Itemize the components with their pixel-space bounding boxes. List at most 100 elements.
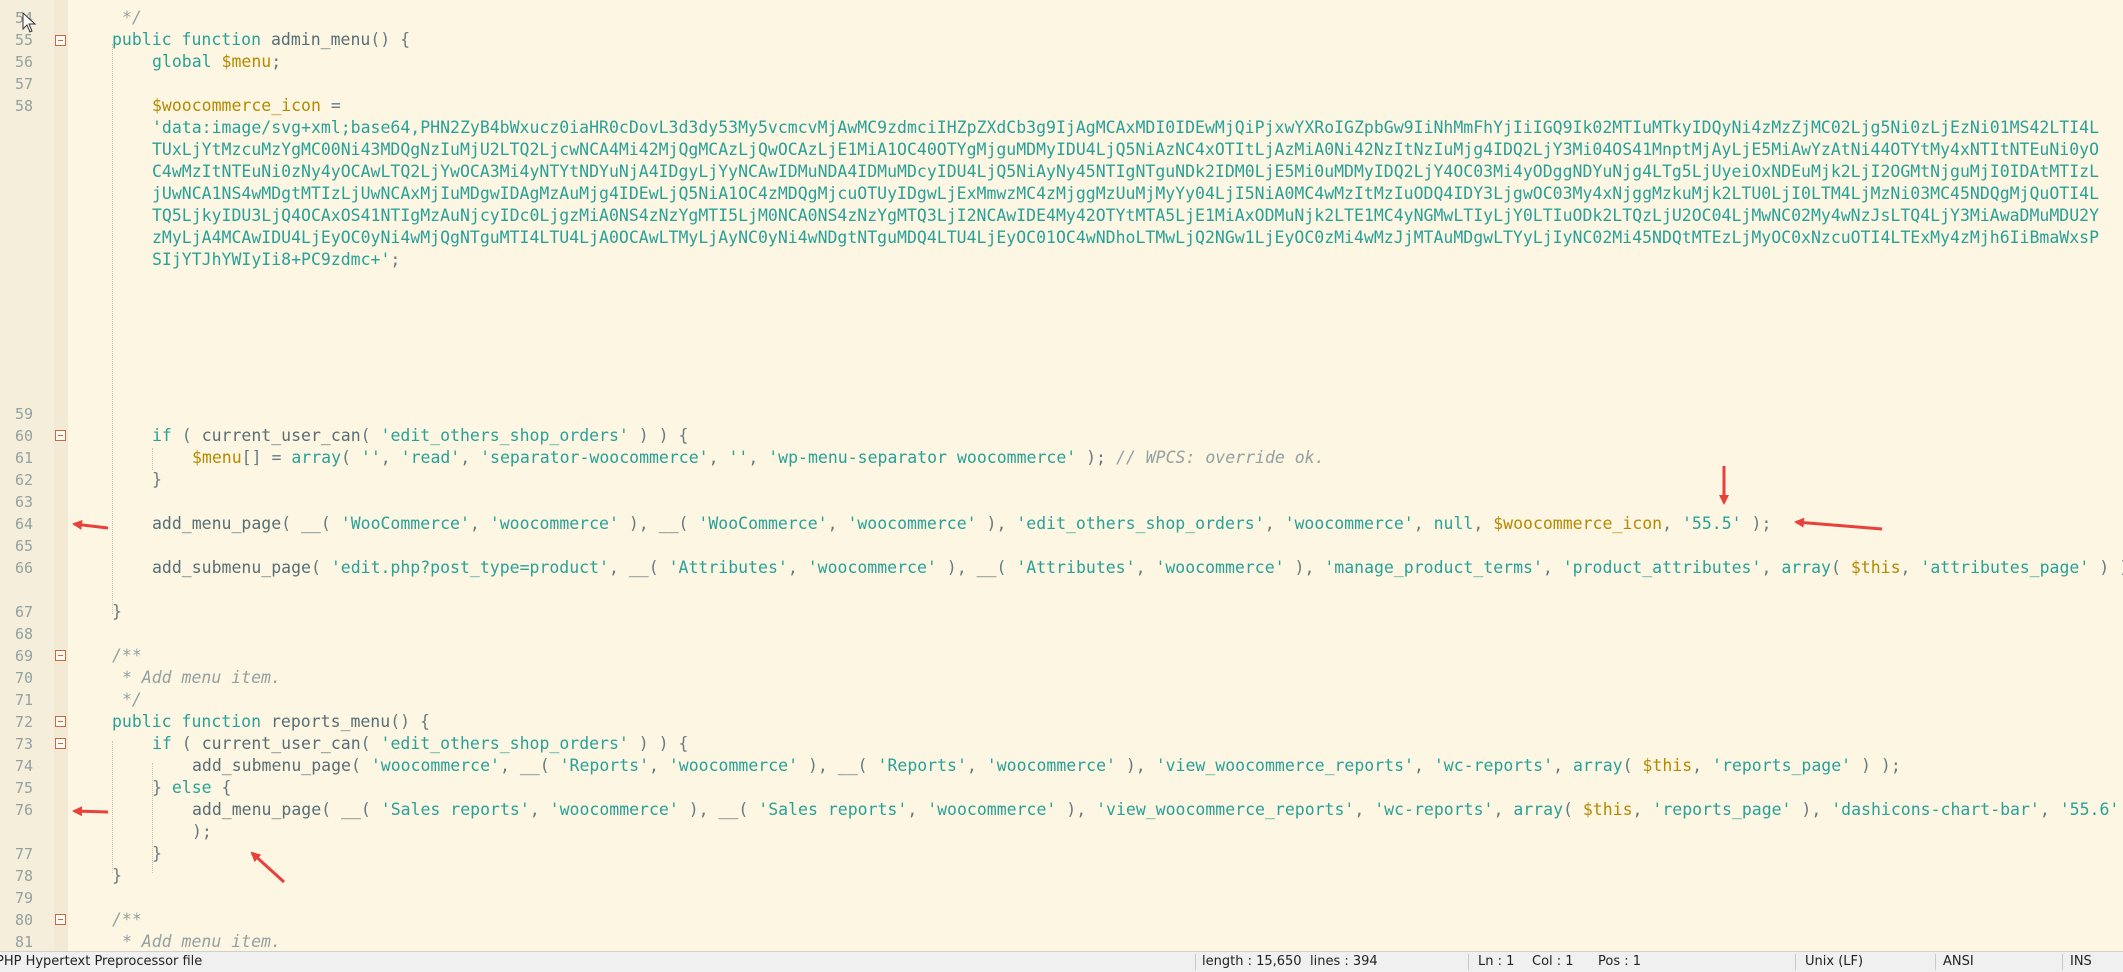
string: 'woocommerce' (847, 514, 977, 533)
code-line[interactable]: global $menu; (112, 51, 2123, 73)
eol-format[interactable]: Unix (LF) (1805, 954, 1863, 969)
variable: $menu (192, 448, 242, 467)
comment: /** (112, 646, 142, 665)
function-name: __ (837, 756, 858, 775)
code-line[interactable]: $woocommerce_icon = (112, 95, 2123, 117)
line-number: 76 (14, 801, 33, 819)
encoding[interactable]: ANSI (1943, 954, 1974, 969)
column-position: Col : 1 (1532, 954, 1574, 969)
code-line[interactable]: /** (112, 909, 2102, 931)
code-line[interactable]: } (112, 469, 2123, 491)
fold-collapse-icon[interactable] (55, 914, 66, 925)
punctuation: , (708, 448, 729, 467)
divider (1195, 954, 1196, 970)
line-number: 58 (14, 97, 33, 115)
punctuation: , (748, 448, 769, 467)
function-name: add_menu_page (192, 800, 322, 819)
punctuation: = (320, 96, 341, 115)
punctuation: , (1900, 558, 1921, 577)
code-line[interactable]: add_menu_page( __( 'WooCommerce', 'wooco… (112, 513, 2123, 535)
function-name: __ (658, 514, 679, 533)
fold-collapse-icon[interactable] (55, 35, 66, 46)
punctuation: ( (320, 514, 341, 533)
code-line[interactable]: } (112, 843, 2123, 865)
code-line[interactable]: } (112, 865, 2102, 887)
code-line[interactable]: /** (112, 645, 2102, 667)
line-number: 80 (14, 911, 33, 929)
code-editor[interactable]: 54 55 56 57 58 59 60 61 62 63 64 65 66 6… (0, 0, 2123, 951)
punctuation: , (1264, 514, 1285, 533)
line-number: 63 (14, 493, 33, 511)
code-line[interactable]: add_menu_page( __( 'Sales reports', 'woo… (112, 799, 2123, 843)
string: 'separator-woocommerce' (480, 448, 709, 467)
line-number: 60 (14, 427, 33, 445)
divider (1468, 954, 1469, 970)
code-line[interactable]: $menu[] = array( '', 'read', 'separator-… (112, 447, 2123, 469)
string: 'woocommerce' (370, 756, 500, 775)
status-bar: PHP Hypertext Preprocessor file length :… (0, 951, 2123, 972)
code-line[interactable]: add_submenu_page( 'woocommerce', __( 'Re… (112, 755, 2123, 777)
code-line-wrapped[interactable]: 'data:image/svg+xml;base64,PHN2ZyB4bWxuc… (152, 117, 2102, 401)
insert-mode[interactable]: INS (2070, 954, 2092, 969)
string: 'attributes_page' (1920, 558, 2090, 577)
comment: // WPCS: override ok. (1115, 448, 1325, 467)
code-line[interactable]: */ (112, 7, 2102, 29)
punctuation: ( (1622, 756, 1643, 775)
code-line[interactable]: } (112, 601, 2102, 623)
function-name: __ (976, 558, 997, 577)
punctuation: [] = (241, 448, 292, 467)
menu-position-string: '55.6' (2059, 800, 2120, 819)
string: 'edit.php?post_type=product' (330, 558, 609, 577)
code-line[interactable]: if ( current_user_can( 'edit_others_shop… (112, 425, 2123, 447)
punctuation: ), (618, 514, 659, 533)
punctuation: , (907, 800, 928, 819)
punctuation: , (827, 514, 848, 533)
punctuation: ), (976, 514, 1017, 533)
punctuation: , (1632, 800, 1653, 819)
comment: /** (112, 910, 142, 929)
fold-collapse-icon[interactable] (55, 430, 66, 441)
mouse-cursor-icon (22, 12, 37, 33)
lines-readout: lines : 394 (1310, 954, 1378, 969)
char-position: Pos : 1 (1598, 954, 1642, 969)
line-number: 67 (14, 603, 33, 621)
code-line[interactable]: * Add menu item. (112, 667, 2102, 689)
punctuation: ( (539, 756, 560, 775)
punctuation: , (1135, 558, 1156, 577)
punctuation: ( (360, 426, 381, 445)
line-number: 81 (14, 933, 33, 951)
string: 'woocommerce' (807, 558, 937, 577)
file-type-label: PHP Hypertext Preprocessor file (0, 954, 203, 969)
code-line[interactable]: add_submenu_page ( 'edit.php?post_type=pr… (112, 557, 2123, 579)
string: 'woocommerce' (986, 756, 1116, 775)
punctuation: , (649, 756, 669, 775)
punctuation: } (152, 470, 162, 489)
punctuation: , (608, 558, 629, 577)
punctuation: ( (648, 558, 669, 577)
string: 'wc-reports' (1433, 756, 1554, 775)
string: 'woocommerce' (1284, 514, 1414, 533)
fold-collapse-icon[interactable] (55, 650, 66, 661)
punctuation: ( (171, 734, 202, 753)
function-name: __ (628, 558, 649, 577)
comment: */ (112, 8, 142, 27)
fold-collapse-icon[interactable] (55, 738, 66, 749)
code-line[interactable]: * Add menu item. (112, 931, 2102, 951)
code-line[interactable]: } else { (112, 777, 2123, 799)
string: 'wc-reports' (1374, 800, 1494, 819)
code-line[interactable]: */ (112, 689, 2102, 711)
punctuation: { (211, 778, 232, 797)
code-line[interactable]: public function reports_menu() { (112, 711, 2102, 733)
punctuation: ) ) { (628, 734, 689, 753)
line-number: 69 (14, 647, 33, 665)
punctuation: , (1542, 558, 1563, 577)
string: 'Sales reports' (380, 800, 530, 819)
keyword: array (1572, 756, 1623, 775)
function-name: add_submenu_page (152, 558, 311, 577)
code-line[interactable]: if ( current_user_can( 'edit_others_shop… (112, 733, 2123, 755)
code-line[interactable]: public function admin_menu() { (112, 29, 2102, 51)
fold-collapse-icon[interactable] (55, 716, 66, 727)
keyword: if (152, 734, 172, 753)
keyword: null (1433, 514, 1474, 533)
punctuation: , (529, 800, 550, 819)
